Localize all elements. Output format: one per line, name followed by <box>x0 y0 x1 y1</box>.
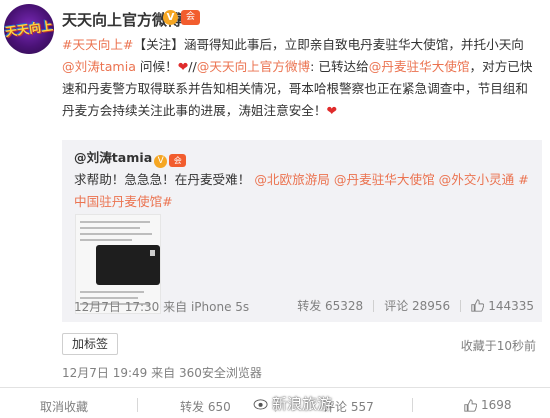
repost-username[interactable]: @刘涛tamia <box>74 150 152 165</box>
mention-link[interactable]: @丹麦驻华大使馆 <box>334 172 435 187</box>
repost-meta: 12月7日 17:30 来自 iPhone 5s <box>74 298 249 315</box>
post-text-segment: : 已转达给 <box>310 59 369 74</box>
separator <box>412 398 413 412</box>
like-count: 1698 <box>481 398 512 412</box>
repost-repost-link[interactable]: 转发 65328 <box>297 297 363 314</box>
like-button[interactable]: 1698 <box>464 398 512 412</box>
text-line <box>80 291 144 293</box>
repost-text-segment: 求帮助！急急急！在丹麦受难！ <box>74 172 251 187</box>
repost-comment-link[interactable]: 评论 28956 <box>384 297 450 314</box>
add-tag-button[interactable]: 加标签 <box>62 333 118 355</box>
mention-link[interactable]: @北欧旅游局 <box>254 172 330 187</box>
repost-box: @刘涛tamia V 会 求帮助！急急急！在丹麦受难！ @北欧旅游局 @丹麦驻华大使… <box>62 140 542 322</box>
verified-icon: V <box>163 10 178 25</box>
post-text-segment: 【关注】涵哥得知此事后，立即亲自致电丹麦驻华大使馆，并托小天向 <box>133 37 524 52</box>
repost-time[interactable]: 12月7日 17:30 <box>74 300 159 314</box>
repost-button[interactable]: 转发 650 <box>180 398 231 415</box>
post-text: #天天向上#【关注】涵哥得知此事后，立即亲自致电丹麦驻华大使馆，并托小天向 @刘涛… <box>62 34 536 122</box>
repost-label: 转发 650 <box>180 400 231 414</box>
vip-icon: 会 <box>181 10 200 25</box>
verified-icon: V <box>154 155 168 168</box>
mention-link[interactable]: @天天向上官方微博 <box>197 59 310 74</box>
separator <box>373 299 375 312</box>
thumbs-up-icon <box>471 298 485 312</box>
topic-link[interactable]: #天天向上# <box>62 37 133 52</box>
post-time[interactable]: 12月7日 19:49 <box>62 366 147 380</box>
text-line <box>80 233 152 235</box>
text-line <box>80 221 150 223</box>
unfavorite-label: 取消收藏 <box>40 400 89 414</box>
repost-source: 来自 iPhone 5s <box>163 300 250 314</box>
repost-actions: 转发 65328 评论 28956 144335 <box>297 297 534 314</box>
post-text-segment: // <box>188 59 197 74</box>
avatar-logo: 天天向上 <box>4 18 54 40</box>
mention-link[interactable]: @外交小灵通 <box>439 172 515 187</box>
post-source: 来自 360安全浏览器 <box>151 366 262 380</box>
post-text-segment: 问候！ <box>135 59 178 74</box>
heart-icon: ❤ <box>177 59 189 74</box>
thumbs-up-icon <box>464 398 477 412</box>
favorited-status: 收藏于10秒前 <box>460 339 536 353</box>
card-logo <box>150 250 155 256</box>
separator <box>460 299 462 312</box>
watermark-text: 新浪旅游 <box>272 395 333 413</box>
separator <box>137 398 138 412</box>
weibo-eye-icon <box>253 398 269 410</box>
watermark: 新浪旅游 <box>253 393 332 414</box>
post-meta: 12月7日 19:49 来自 360安全浏览器 <box>62 364 262 381</box>
repost-text: @刘涛tamia V 会 求帮助！急急急！在丹麦受难！ @北欧旅游局 @丹麦驻华大使… <box>74 147 536 213</box>
repost-like-button[interactable]: 144335 <box>471 299 534 313</box>
text-line <box>80 239 132 241</box>
unfavorite-button[interactable]: 取消收藏 <box>40 398 88 415</box>
mention-link[interactable]: @丹麦驻华大使馆 <box>369 59 470 74</box>
text-line <box>80 227 140 229</box>
mention-link[interactable]: @刘涛tamia <box>62 59 136 74</box>
key-card <box>96 245 160 285</box>
avatar[interactable]: 天天向上 <box>4 4 54 54</box>
repost-like-count: 144335 <box>488 298 534 313</box>
heart-icon: ❤ <box>326 103 338 118</box>
vip-icon: 会 <box>169 154 187 167</box>
